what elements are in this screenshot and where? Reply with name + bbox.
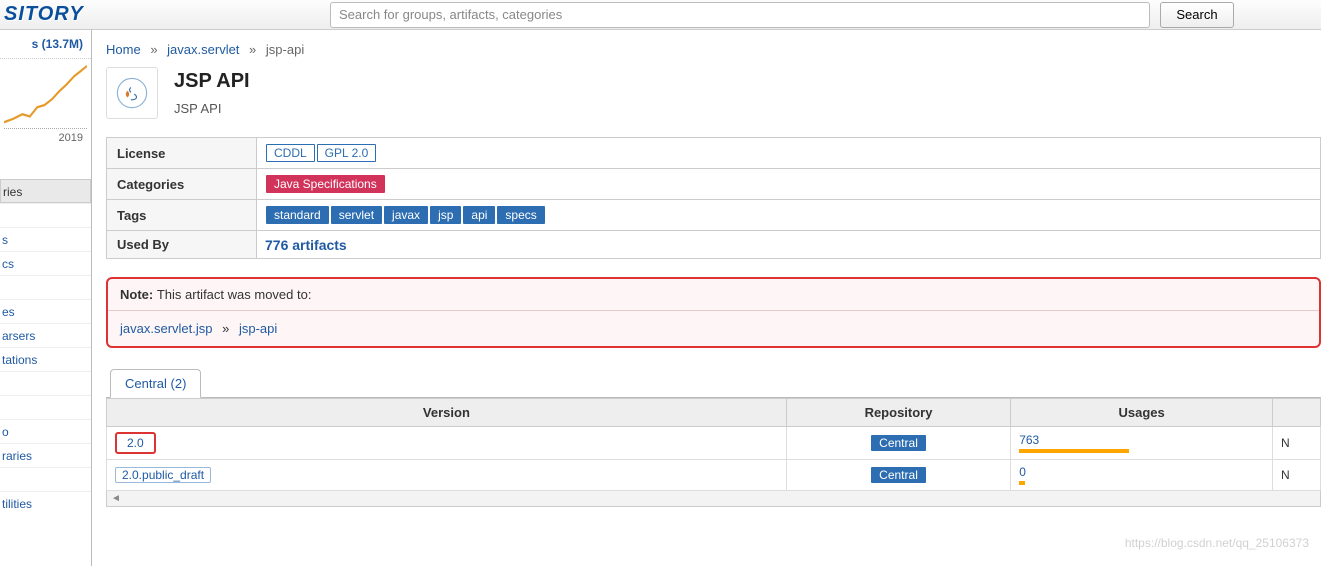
- meta-label-tags: Tags: [107, 200, 257, 231]
- breadcrumb-home[interactable]: Home: [106, 42, 141, 57]
- sidebar-item[interactable]: [0, 467, 91, 491]
- moved-notice: NoteThis artifact was moved to: javax.se…: [106, 277, 1321, 348]
- table-hscroll[interactable]: ◄: [106, 491, 1321, 507]
- topbar: SITORY Search: [0, 0, 1321, 30]
- usages-count[interactable]: 0: [1019, 465, 1264, 479]
- col-version: Version: [107, 399, 787, 427]
- row-extra: N: [1272, 460, 1320, 491]
- sidebar-item[interactable]: cs: [0, 251, 91, 275]
- content: Home » javax.servlet » jsp-api JSP API J…: [92, 30, 1321, 566]
- license-tag[interactable]: GPL 2.0: [317, 144, 377, 162]
- keyword-tag[interactable]: specs: [497, 206, 544, 224]
- artifact-icon: [106, 67, 158, 119]
- category-tag[interactable]: Java Specifications: [266, 175, 385, 193]
- version-link[interactable]: 2.0.public_draft: [115, 467, 211, 483]
- usages-bar: [1019, 449, 1129, 453]
- row-extra: N: [1272, 427, 1320, 460]
- sidebar-item[interactable]: arsers: [0, 323, 91, 347]
- meta-label-categories: Categories: [107, 169, 257, 200]
- usages-count[interactable]: 763: [1019, 433, 1264, 447]
- sidebar-spark-year: 2019: [59, 132, 83, 144]
- sidebar-item[interactable]: tilities: [0, 491, 91, 515]
- breadcrumb-group[interactable]: javax.servlet: [167, 42, 239, 57]
- artifact-header: JSP API JSP API: [106, 67, 1321, 127]
- col-usages: Usages: [1011, 399, 1273, 427]
- search-input[interactable]: [330, 2, 1150, 28]
- page-title: JSP API: [174, 70, 250, 93]
- search-button[interactable]: Search: [1160, 2, 1234, 28]
- version-link[interactable]: 2.0: [115, 432, 156, 454]
- breadcrumb-sep: »: [249, 42, 256, 57]
- tab-central[interactable]: Central (2): [110, 369, 201, 398]
- site-logo-fragment: SITORY: [0, 3, 100, 26]
- keyword-tag[interactable]: javax: [384, 206, 428, 224]
- keyword-tag[interactable]: api: [463, 206, 495, 224]
- breadcrumb-sep: »: [150, 42, 157, 57]
- page-subtitle: JSP API: [174, 101, 250, 116]
- notice-label: Note: [120, 287, 157, 302]
- breadcrumb-artifact: jsp-api: [266, 42, 304, 57]
- tabs: Central (2): [106, 368, 1321, 398]
- sidebar-item[interactable]: [0, 395, 91, 419]
- sidebar-item[interactable]: [0, 275, 91, 299]
- watermark: https://blog.csdn.net/qq_25106373: [1125, 536, 1309, 550]
- metadata-table: License CDDLGPL 2.0 Categories Java Spec…: [106, 137, 1321, 259]
- notice-sep: »: [222, 321, 229, 336]
- license-tag[interactable]: CDDL: [266, 144, 315, 162]
- usages-bar: [1019, 481, 1129, 485]
- repo-badge[interactable]: Central: [871, 467, 926, 483]
- sidebar: s (13.7M) 2019 ries scs esarserstations ora…: [0, 30, 92, 566]
- keyword-tag[interactable]: jsp: [430, 206, 461, 224]
- notice-target-group[interactable]: javax.servlet.jsp: [120, 321, 212, 336]
- col-repository: Repository: [786, 399, 1010, 427]
- sidebar-sparkline: 2019: [4, 59, 87, 129]
- sidebar-item[interactable]: ries: [0, 179, 91, 203]
- breadcrumb: Home » javax.servlet » jsp-api: [106, 42, 1321, 57]
- meta-label-usedby: Used By: [107, 231, 257, 259]
- repo-badge[interactable]: Central: [871, 435, 926, 451]
- sidebar-item[interactable]: es: [0, 299, 91, 323]
- version-row: 2.0.public_draft Central 0N: [107, 460, 1321, 491]
- search-wrap: Search: [100, 2, 1321, 28]
- sidebar-item[interactable]: s: [0, 227, 91, 251]
- sidebar-item[interactable]: tations: [0, 347, 91, 371]
- scroll-left-icon[interactable]: ◄: [111, 493, 121, 504]
- sidebar-stat[interactable]: s (13.7M): [0, 30, 91, 59]
- notice-text: This artifact was moved to:: [157, 287, 312, 302]
- sidebar-item[interactable]: [0, 203, 91, 227]
- keyword-tag[interactable]: standard: [266, 206, 329, 224]
- version-row: 2.0 Central 763 N: [107, 427, 1321, 460]
- notice-target-artifact[interactable]: jsp-api: [239, 321, 277, 336]
- sidebar-item[interactable]: [0, 371, 91, 395]
- meta-label-license: License: [107, 138, 257, 169]
- sidebar-item[interactable]: raries: [0, 443, 91, 467]
- sidebar-item[interactable]: o: [0, 419, 91, 443]
- col-extra: [1272, 399, 1320, 427]
- keyword-tag[interactable]: servlet: [331, 206, 382, 224]
- usedby-link[interactable]: 776 artifacts: [265, 237, 347, 253]
- versions-table: Version Repository Usages 2.0 Central 763 N…: [106, 398, 1321, 491]
